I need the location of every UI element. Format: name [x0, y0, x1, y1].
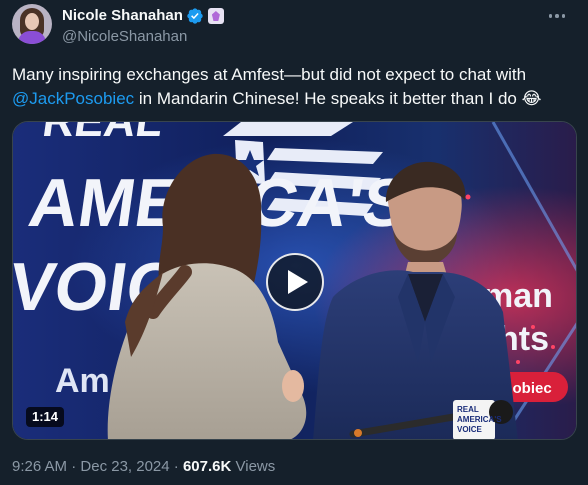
video-player[interactable]: REAL AMERICA'S VOICE Am oic man hts osob…	[12, 121, 577, 440]
author-display-name[interactable]: Nicole Shanahan	[62, 6, 183, 26]
meta-separator: ·	[67, 458, 81, 475]
mention-link[interactable]: @JackPosobiec	[12, 89, 134, 108]
views-count: 607.6K	[182, 458, 232, 475]
play-button[interactable]	[266, 253, 324, 311]
more-options-icon[interactable]	[542, 6, 572, 26]
mic-flag-text-1: REAL	[457, 405, 479, 414]
affiliate-badge-icon	[207, 8, 224, 24]
tweet-text-part1: Many inspiring exchanges at Amfest—but d…	[12, 65, 527, 84]
author-names: Nicole Shanahan @NicoleShanahan	[62, 6, 224, 47]
backdrop-text-am: Am	[55, 362, 110, 400]
mic-flag-text-2: AMERICA'S	[457, 415, 502, 424]
meta-separator-2: ·	[169, 458, 183, 475]
verified-badge-icon	[187, 8, 203, 24]
tweet-text-part2: in Mandarin Chinese! He speaks it better…	[134, 89, 522, 108]
mic-flag-text-3: VOICE	[457, 425, 483, 434]
tweet-time[interactable]: 9:26 AM	[12, 457, 67, 477]
name-row: Nicole Shanahan	[62, 6, 224, 26]
play-icon	[287, 270, 308, 294]
video-duration: 1:14	[26, 407, 65, 427]
laughing-emoji: 😂	[521, 89, 542, 108]
views-label: Views	[231, 458, 276, 475]
tweet-text: Many inspiring exchanges at Amfest—but d…	[12, 63, 577, 111]
author-handle[interactable]: @NicoleShanahan	[62, 27, 224, 47]
tweet-meta: 9:26 AM · Dec 23, 2024 · 607.6K Views	[12, 457, 275, 477]
tweet-date[interactable]: Dec 23, 2024	[80, 457, 169, 477]
backdrop-text-real: REAL	[40, 122, 167, 146]
tweet-header: Nicole Shanahan @NicoleShanahan	[12, 4, 576, 48]
author-avatar[interactable]	[12, 4, 52, 44]
